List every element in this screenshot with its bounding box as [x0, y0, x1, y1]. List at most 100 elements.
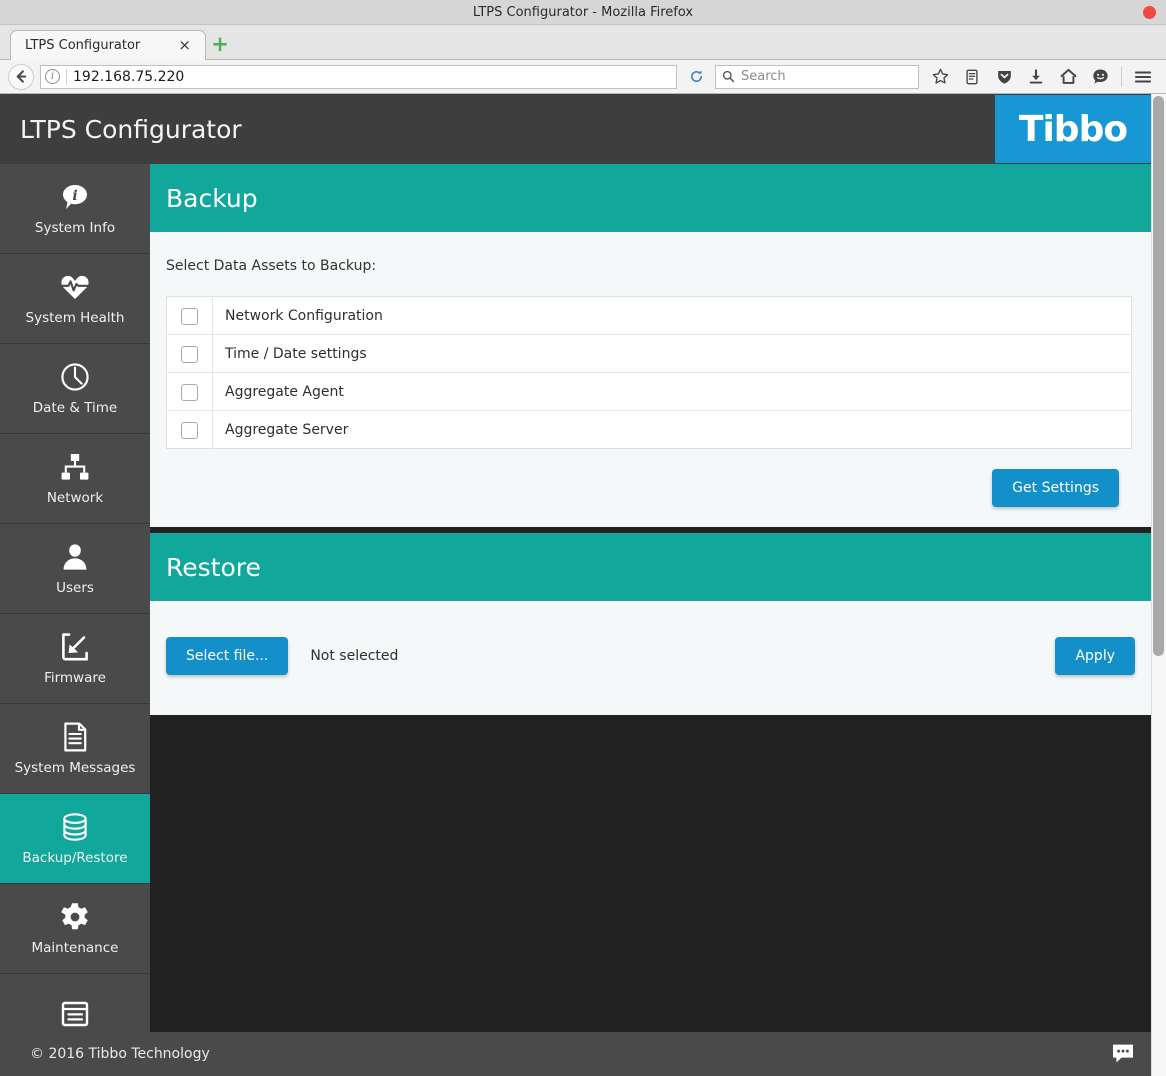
backup-actions: Get Settings [166, 469, 1135, 507]
page-scrollbar-track[interactable] [1151, 94, 1166, 1076]
get-settings-button[interactable]: Get Settings [992, 469, 1119, 507]
clock-icon [59, 361, 91, 393]
restore-panel: Restore Select file... Not selected Appl… [150, 533, 1151, 715]
backup-panel-header: Backup [150, 164, 1151, 232]
backup-panel: Backup Select Data Assets to Backup: Net… [150, 164, 1151, 527]
sync-smiley-icon[interactable] [1085, 63, 1115, 91]
asset-checkbox-cell[interactable] [166, 334, 213, 373]
server-list-icon [59, 998, 91, 1030]
sidebar-item-label: System Messages [14, 760, 136, 777]
main-content: Backup Select Data Assets to Backup: Net… [150, 164, 1151, 1064]
browser-tab-ltps-configurator[interactable]: LTPS Configurator × [10, 30, 206, 60]
restore-title: Restore [166, 552, 261, 582]
apply-button[interactable]: Apply [1055, 637, 1135, 675]
tab-title: LTPS Configurator [25, 38, 141, 53]
sidebar-item-firmware[interactable]: Firmware [0, 614, 150, 704]
page-scrollbar-thumb[interactable] [1153, 96, 1164, 656]
restore-panel-header: Restore [150, 533, 1151, 601]
sidebar-item-label: Backup/Restore [22, 850, 128, 867]
sidebar-item-backup-restore[interactable]: Backup/Restore [0, 794, 150, 884]
pocket-shield-icon[interactable] [989, 63, 1019, 91]
sidebar-item-users[interactable]: Users [0, 524, 150, 614]
asset-checkbox[interactable] [181, 308, 198, 325]
sidebar-item-system-info[interactable]: i System Info [0, 164, 150, 254]
web-page: LTPS Configurator Tibbo i System Info Sy… [0, 94, 1166, 1076]
info-bubble-icon: i [59, 181, 91, 213]
search-bar[interactable]: Search [715, 64, 919, 89]
asset-label: Time / Date settings [225, 345, 367, 362]
table-row[interactable]: Aggregate Server [166, 410, 1132, 449]
url-divider [66, 68, 67, 85]
svg-text:i: i [72, 188, 77, 204]
data-assets-table: Network Configuration Time / Date settin… [166, 296, 1132, 449]
asset-checkbox[interactable] [181, 346, 198, 363]
selected-file-status: Not selected [310, 648, 399, 664]
url-bar[interactable]: i 192.168.75.220 [40, 64, 677, 89]
star-icon[interactable] [925, 63, 955, 91]
page-footer: © 2016 Tibbo Technology [0, 1032, 1151, 1076]
sidebar-item-system-health[interactable]: System Health [0, 254, 150, 344]
sidebar-item-system-messages[interactable]: System Messages [0, 704, 150, 794]
select-file-button[interactable]: Select file... [166, 637, 289, 675]
brand-text: Tibbo [1018, 108, 1128, 150]
user-icon [59, 541, 91, 573]
toolbar-divider [1121, 66, 1122, 87]
url-text: 192.168.75.220 [73, 68, 185, 85]
asset-checkbox-cell[interactable] [166, 372, 213, 411]
browser-navigation-bar: i 192.168.75.220 Search [0, 60, 1166, 94]
sidebar-item-label: Users [56, 580, 94, 597]
chat-bubble-icon[interactable] [1095, 1032, 1151, 1076]
sidebar-item-label: System Info [34, 220, 116, 237]
sidebar-item-date-time[interactable]: Date & Time [0, 344, 150, 434]
tab-strip: LTPS Configurator × + [0, 25, 1166, 60]
new-tab-icon[interactable]: + [206, 29, 234, 59]
site-info-icon[interactable]: i [45, 69, 60, 84]
asset-label: Network Configuration [225, 307, 383, 324]
window-close-button[interactable] [1143, 6, 1156, 19]
select-assets-label: Select Data Assets to Backup: [166, 258, 377, 274]
asset-checkbox-cell[interactable] [166, 296, 213, 335]
download-arrow-icon[interactable] [1021, 63, 1051, 91]
firmware-icon [59, 631, 91, 663]
asset-checkbox-cell[interactable] [166, 410, 213, 449]
sidebar-item-label: System Health [25, 310, 125, 327]
sidebar-item-label: Date & Time [32, 400, 118, 417]
asset-label: Aggregate Server [225, 421, 349, 438]
table-row[interactable]: Time / Date settings [166, 334, 1132, 373]
search-icon [722, 70, 735, 83]
restore-panel-body: Select file... Not selected Apply [150, 601, 1151, 715]
reload-icon[interactable] [683, 64, 709, 90]
heartbeat-icon [59, 271, 91, 303]
document-icon [59, 721, 91, 753]
table-row[interactable]: Aggregate Agent [166, 372, 1132, 411]
back-arrow-icon[interactable] [8, 63, 34, 90]
backup-panel-body: Select Data Assets to Backup: Network Co… [150, 232, 1151, 527]
hamburger-menu-icon[interactable] [1128, 63, 1158, 91]
sidebar-navigation: i System Info System Health Date & Time [0, 164, 150, 1064]
network-tree-icon [59, 451, 91, 483]
search-placeholder: Search [741, 69, 786, 84]
sidebar-item-label: Network [46, 490, 104, 507]
copyright-text: © 2016 Tibbo Technology [30, 1046, 210, 1062]
tibbo-logo: Tibbo [995, 95, 1151, 163]
sidebar-item-maintenance[interactable]: Maintenance [0, 884, 150, 974]
asset-checkbox[interactable] [181, 384, 198, 401]
database-icon [59, 811, 91, 843]
window-title: LTPS Configurator - Mozilla Firefox [472, 4, 694, 20]
table-row[interactable]: Network Configuration [166, 296, 1132, 335]
gear-icon [59, 901, 91, 933]
sidebar-item-network[interactable]: Network [0, 434, 150, 524]
asset-checkbox[interactable] [181, 422, 198, 439]
asset-label: Aggregate Agent [225, 383, 344, 400]
sidebar-item-label: Firmware [44, 670, 106, 687]
app-header: LTPS Configurator Tibbo [0, 94, 1151, 164]
page-title: LTPS Configurator [20, 114, 242, 144]
browser-toolbar-icons [925, 63, 1158, 91]
browser-titlebar: LTPS Configurator - Mozilla Firefox [0, 0, 1166, 25]
sidebar-item-label: Maintenance [31, 940, 119, 957]
close-tab-icon[interactable]: × [174, 38, 195, 53]
backup-title: Backup [166, 183, 258, 213]
home-icon[interactable] [1053, 63, 1083, 91]
app-body: i System Info System Health Date & Time [0, 164, 1151, 1064]
library-icon[interactable] [957, 63, 987, 91]
